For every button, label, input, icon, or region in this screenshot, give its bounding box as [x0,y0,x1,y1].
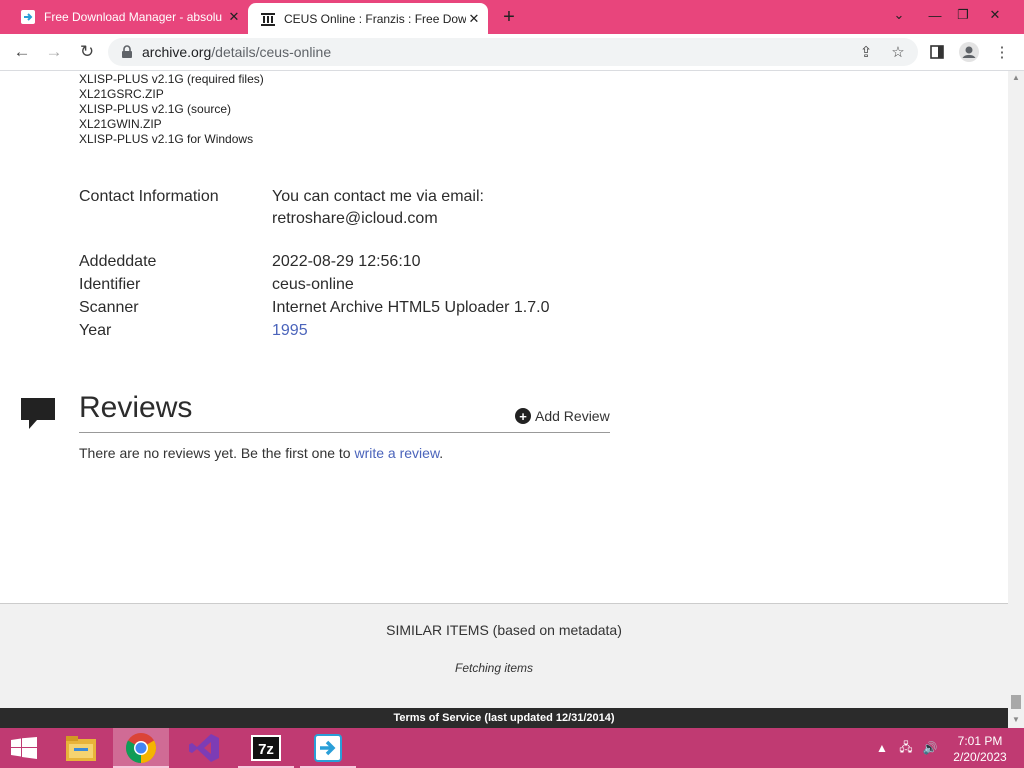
tab-strip: Free Download Manager - absolu ✕ CEUS On… [0,0,1024,34]
speech-bubble-icon [21,398,55,429]
no-reviews-message: There are no reviews yet. Be the first o… [79,445,355,461]
share-icon[interactable]: ⇪ [855,41,877,63]
page-content: XLISP-PLUS v2.1G (required files) XL21GS… [0,71,1008,708]
plus-circle-icon: + [515,408,531,424]
reload-icon[interactable]: ↻ [75,40,99,64]
page-scrollbar[interactable]: ▲ ▼ [1008,71,1024,728]
tab-search-chevron-icon[interactable]: ⌄ [884,0,914,30]
no-reviews-text: There are no reviews yet. Be the first o… [79,445,443,461]
similar-items-section: SIMILAR ITEMS (based on metadata) Fetchi… [0,603,1008,708]
metadata-value: Internet Archive HTML5 Uploader 1.7.0 [272,299,550,316]
volume-icon[interactable]: 🔊 [922,740,938,756]
close-tab-icon[interactable]: ✕ [466,11,482,27]
menu-kebab-icon[interactable]: ⋮ [991,41,1013,63]
metadata-value: 2022-08-29 12:56:10 [272,253,421,270]
chrome-taskbar-icon[interactable] [113,728,169,768]
file-item: XLISP-PLUS v2.1G for Windows [79,132,254,146]
restore-icon[interactable]: ❐ [948,0,978,30]
clock-time: 7:01 PM [957,734,1003,748]
write-review-link[interactable]: write a review [354,445,439,461]
year-link[interactable]: 1995 [272,322,308,340]
lock-icon [122,45,132,58]
visual-studio-taskbar-icon[interactable] [176,728,232,768]
free-download-manager-taskbar-icon[interactable] [300,728,356,768]
files-list: XLISP-PLUS v2.1G (required files) XL21GS… [79,72,264,147]
7zip-taskbar-icon[interactable]: 7z [238,728,294,768]
bookmark-star-icon[interactable]: ☆ [887,41,909,63]
add-review-button[interactable]: + Add Review [515,408,610,424]
contact-label: Contact Information [79,188,219,205]
new-tab-button[interactable]: + [498,6,520,28]
tab-title: Free Download Manager - absolu [44,10,223,24]
scrollbar-thumb[interactable] [1011,695,1021,709]
no-reviews-period: . [439,445,444,461]
network-icon[interactable]: 🖧 [898,740,914,756]
taskbar: 7z ▲ 🖧 🔊 7:01 PM 2/20/2023 [0,728,1024,768]
scroll-down-arrow-icon[interactable]: ▼ [1012,715,1020,724]
contact-line1: You can contact me via email: [272,188,484,205]
forward-icon[interactable]: → [42,40,66,64]
similar-items-heading: SIMILAR ITEMS (based on metadata) [386,622,622,638]
metadata-key: Identifier [79,276,141,293]
windows-logo-icon [11,737,37,759]
start-button[interactable] [0,728,48,768]
add-review-label: Add Review [535,408,610,424]
file-item: XLISP-PLUS v2.1G (source) [79,102,232,116]
fetching-status: Fetching items [454,661,534,675]
fdm-favicon-icon [20,9,36,25]
file-item: XL21GWIN.ZIP [79,117,162,131]
tab-free-download-manager[interactable]: Free Download Manager - absolu ✕ [0,0,248,34]
minimize-icon[interactable]: — [920,0,950,30]
url-host: archive.org [142,44,212,60]
file-item: XLISP-PLUS v2.1G (required files) [79,72,264,86]
metadata-key: Year [79,322,112,339]
metadata-key: Scanner [79,299,139,316]
terms-of-service-bar[interactable]: Terms of Service (last updated 12/31/201… [0,708,1008,728]
side-panel-icon[interactable] [926,41,948,63]
file-item: XL21GSRC.ZIP [79,87,164,101]
show-hidden-icons-chevron-icon[interactable]: ▲ [874,740,890,756]
close-tab-icon[interactable]: ✕ [226,9,242,25]
metadata-key: Addeddate [79,253,157,270]
url-path: /details/ceus-online [211,44,332,60]
close-window-icon[interactable]: ✕ [980,0,1010,30]
reviews-heading: Reviews [79,391,193,424]
metadata-value: ceus-online [272,276,354,293]
address-bar[interactable]: archive.org/details/ceus-online [108,38,918,66]
browser-toolbar: ← → ↻ archive.org/details/ceus-online ⇪ … [0,34,1024,71]
clock-date: 2/20/2023 [953,750,1007,764]
contact-email: retroshare@icloud.com [272,210,438,227]
profile-avatar-icon[interactable] [958,41,980,63]
tab-ceus-online[interactable]: CEUS Online : Franzis : Free Dow ✕ [248,3,488,34]
back-icon[interactable]: ← [10,40,34,64]
scroll-up-arrow-icon[interactable]: ▲ [1012,73,1020,82]
system-clock[interactable]: 7:01 PM 2/20/2023 [950,733,1010,765]
svg-text:7z: 7z [258,741,274,758]
divider [79,432,610,433]
archive-favicon-icon [260,11,276,27]
tab-title: CEUS Online : Franzis : Free Dow [284,11,466,26]
file-explorer-taskbar-icon[interactable] [53,728,109,768]
